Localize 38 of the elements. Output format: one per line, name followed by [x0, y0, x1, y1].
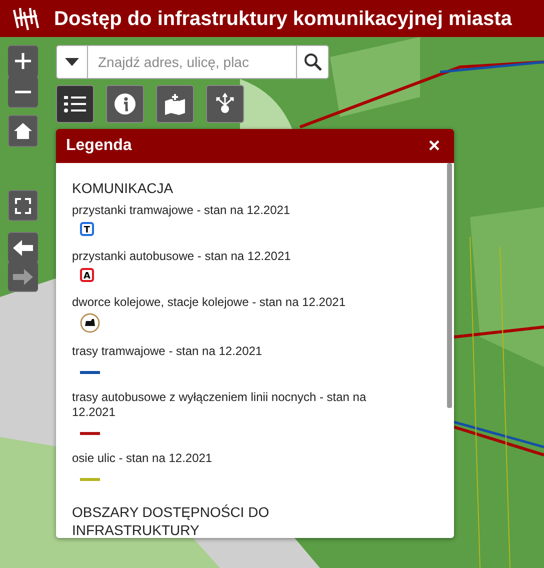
- app-title: Dostęp do infrastruktury komunikacyjnej miasta: [54, 6, 512, 32]
- legend-label: dworce kolejowe, stacje kolejowe - stan na 12.2021: [72, 295, 346, 310]
- section-heading: KOMUNIKACJA: [72, 179, 174, 197]
- share-icon: [214, 93, 236, 115]
- close-button[interactable]: ×: [426, 136, 442, 156]
- minus-icon: [14, 90, 32, 94]
- share-button[interactable]: [206, 85, 244, 123]
- plus-icon: [14, 52, 32, 70]
- zoom-in-button[interactable]: [8, 46, 38, 76]
- dropdown-button[interactable]: [56, 45, 88, 79]
- legend-label: przystanki autobusowe - stan na 12.2021: [72, 249, 292, 264]
- bus-stop-icon: A: [80, 268, 94, 282]
- search-button[interactable]: [296, 45, 329, 79]
- search-field[interactable]: Znajdź adres, ulicę, plac: [88, 45, 296, 79]
- list-icon: [64, 95, 86, 113]
- search-icon: [304, 53, 322, 71]
- legend-button[interactable]: [56, 85, 94, 123]
- tram-stop-icon: T: [80, 222, 94, 236]
- zoom-out-button[interactable]: [8, 76, 38, 107]
- info-icon: [114, 93, 136, 115]
- section-heading: OBSZARY DOSTĘPNOŚCI DO INFRASTRUKTURY: [72, 503, 270, 538]
- add-layer-button[interactable]: [156, 85, 194, 123]
- fullscreen-icon: [15, 198, 31, 214]
- home-icon: [13, 122, 33, 140]
- legend-label: trasy autobusowe z wyłączeniem linii nocnych - stan na 12.2021: [72, 390, 368, 420]
- back-arrow-icon: [13, 240, 33, 256]
- caret-icon: [65, 58, 79, 66]
- legend-label: trasy tramwajowe - stan na 12.2021: [72, 344, 264, 359]
- info-button[interactable]: [106, 85, 144, 123]
- map-plus-icon: [164, 93, 186, 115]
- panel-title: Legenda: [66, 136, 132, 156]
- legend-label: przystanki tramwajowe - stan na 12.2021: [72, 203, 292, 218]
- fullscreen-button[interactable]: [8, 190, 38, 221]
- legend-label: osie ulic - stan na 12.2021: [72, 451, 214, 466]
- back-button[interactable]: [8, 233, 38, 262]
- scrollbar[interactable]: [447, 163, 452, 408]
- home-button[interactable]: [8, 115, 38, 147]
- forward-arrow-icon: [13, 268, 33, 284]
